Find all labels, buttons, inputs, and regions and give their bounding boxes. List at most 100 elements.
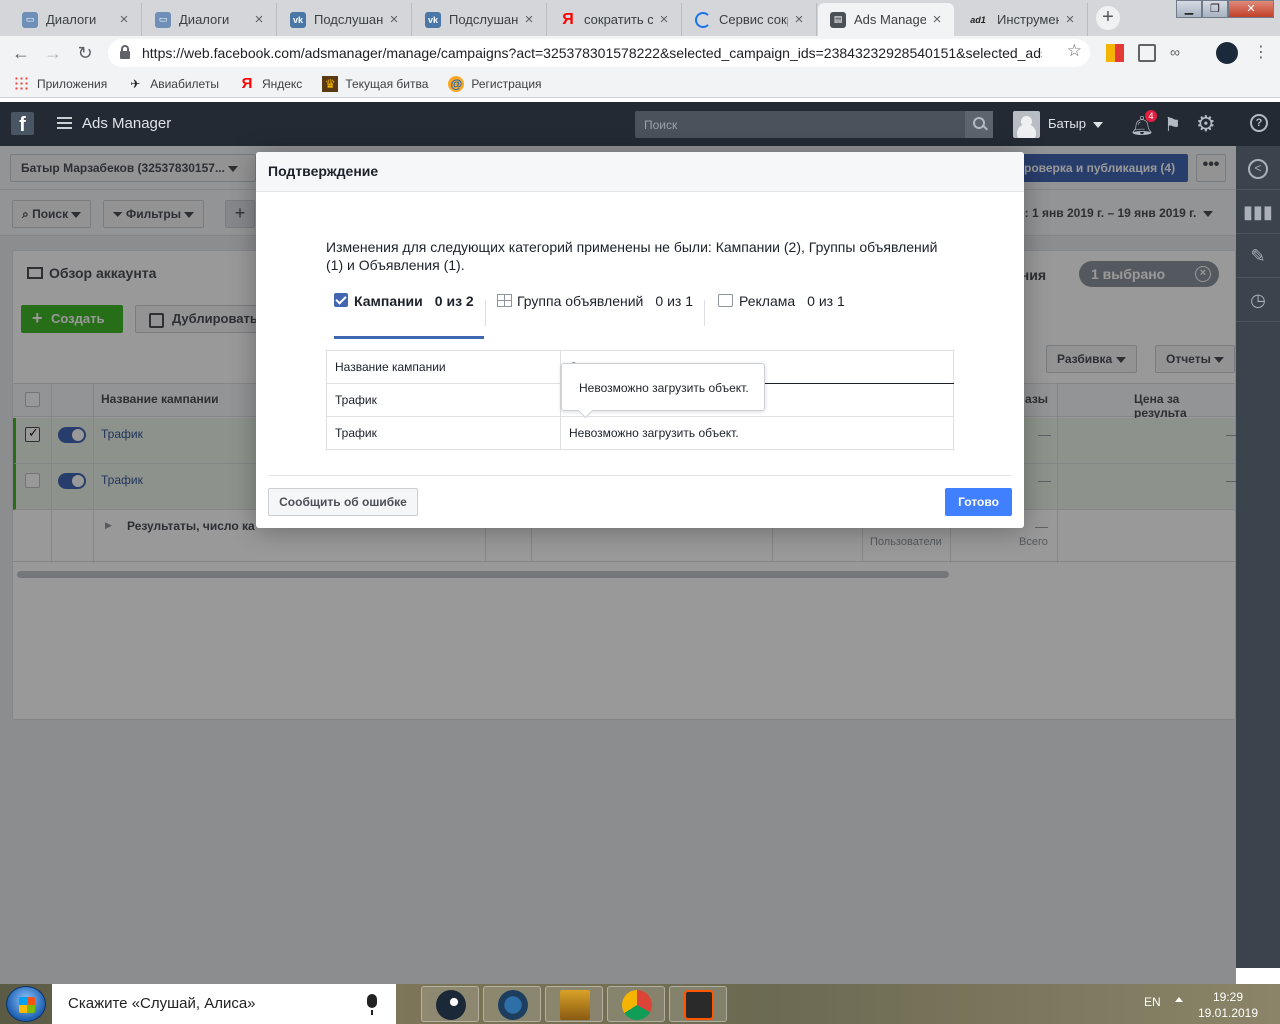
header-search-input[interactable]: Поиск: [635, 111, 993, 138]
help-icon[interactable]: ?: [1250, 114, 1268, 132]
bookmark-star-icon[interactable]: ☆: [1067, 41, 1082, 61]
tab-count: 0 из 2: [434, 293, 474, 309]
close-icon[interactable]: ×: [930, 11, 944, 28]
tab-count: 0 из 1: [655, 293, 693, 309]
chrome-menu-icon[interactable]: ⋮: [1248, 40, 1274, 66]
address-bar[interactable]: https://web.facebook.com/adsmanager/mana…: [108, 39, 1090, 67]
at-icon: @: [448, 75, 465, 92]
window-close-button[interactable]: ✕: [1228, 0, 1274, 18]
right-sidebar: < ▮▮▮ ✎ ◷: [1236, 146, 1280, 968]
close-icon[interactable]: ×: [387, 11, 401, 28]
close-icon[interactable]: ×: [657, 11, 671, 28]
tab-label: Группа объявлений: [517, 293, 644, 309]
browser-tab[interactable]: vk Подслушано ×: [413, 3, 547, 36]
browser-tab-title: Сервис сокр: [719, 12, 788, 27]
dialog-title: Подтверждение: [256, 152, 1024, 192]
campaign-name-cell: Трафик: [326, 383, 561, 417]
avatar[interactable]: [1013, 111, 1040, 138]
clock-icon[interactable]: ◷: [1236, 278, 1280, 322]
profile-icon[interactable]: [1216, 42, 1238, 64]
collapse-sidebar-icon[interactable]: <: [1236, 146, 1280, 190]
vk-icon: vk: [425, 11, 441, 28]
flag-icon[interactable]: ⚑: [1164, 114, 1181, 137]
browser-tab[interactable]: Я сократить сс ×: [548, 3, 682, 36]
windows-taskbar: Скажите «Слушай, Алиса» EN 19:29 19.01.2…: [0, 984, 1280, 1024]
error-tooltip: Невозможно загрузить объект.: [561, 363, 765, 411]
maximize-button[interactable]: ❐: [1202, 0, 1228, 18]
browser-tab[interactable]: vk Подслушано ×: [278, 3, 412, 36]
campaign-name-cell: Трафик: [326, 416, 561, 450]
yandex-icon: Я: [562, 10, 574, 28]
browser-tab-title: Диалоги: [179, 12, 230, 27]
bookmark-item[interactable]: ♛ Текущая битва: [322, 75, 428, 92]
system-clock[interactable]: 19:29 19.01.2019: [1196, 989, 1260, 1021]
tab-ad-sets[interactable]: Группа объявлений 0 из 1: [497, 293, 693, 339]
steam-icon: [436, 990, 466, 1020]
vk-icon: vk: [290, 11, 306, 28]
close-icon[interactable]: ×: [1063, 11, 1077, 28]
chart-icon[interactable]: ▮▮▮: [1236, 190, 1280, 234]
taskbar-teamspeak[interactable]: [483, 986, 541, 1022]
tray-expand-icon[interactable]: [1175, 997, 1183, 1002]
browser-tab-title: Подслушано: [449, 12, 518, 27]
minimize-button[interactable]: ▁: [1176, 0, 1202, 18]
shield-icon: [684, 990, 714, 1020]
tab-count: 0 из 1: [807, 293, 845, 309]
back-button[interactable]: ←: [8, 40, 34, 66]
browser-tab-title: Инструмент: [997, 12, 1059, 27]
status-cell: Невозможно загрузить объект.: [560, 416, 954, 450]
reload-button[interactable]: ↻: [72, 40, 98, 66]
microphone-icon[interactable]: [367, 994, 377, 1015]
taskbar-faceit[interactable]: [669, 986, 727, 1022]
user-menu[interactable]: Батыр: [1048, 116, 1104, 131]
app-title[interactable]: Ads Manager: [82, 115, 171, 132]
language-indicator[interactable]: EN: [1144, 995, 1161, 1009]
hamburger-menu-icon[interactable]: [57, 117, 72, 129]
search-icon[interactable]: [965, 111, 993, 138]
browser-tab[interactable]: ▭ Диалоги ×: [143, 3, 277, 36]
extension-flag-icon[interactable]: [1106, 44, 1124, 62]
bookmark-item[interactable]: ✈ Авиабилеты: [127, 76, 219, 92]
taskbar-counter-strike[interactable]: [545, 986, 603, 1022]
close-icon[interactable]: ×: [117, 11, 131, 28]
forward-button[interactable]: →: [40, 40, 66, 66]
save-icon[interactable]: [1138, 44, 1156, 62]
bookmark-item[interactable]: @ Регистрация: [448, 75, 542, 92]
bookmark-item[interactable]: Я Яндекс: [239, 75, 303, 92]
browser-tab-active[interactable]: ▤ Ads Manager ×: [818, 3, 954, 36]
facebook-logo-icon[interactable]: f: [11, 112, 34, 136]
tab-campaigns[interactable]: Кампании 0 из 2: [334, 293, 484, 339]
alice-search-input[interactable]: Скажите «Слушай, Алиса»: [52, 984, 396, 1024]
browser-tab[interactable]: ad1 Инструмент ×: [955, 3, 1088, 36]
binoculars-icon[interactable]: ∞: [1170, 44, 1188, 62]
tab-ads[interactable]: Реклама 0 из 1: [718, 293, 845, 339]
browser-tab[interactable]: Сервис сокр ×: [683, 3, 817, 36]
browser-tab-title: Диалоги: [46, 12, 97, 27]
new-tab-button[interactable]: +: [1096, 6, 1120, 30]
browser-tab[interactable]: ▭ Диалоги ×: [10, 3, 142, 36]
taskbar-chrome[interactable]: [607, 986, 665, 1022]
headset-icon: [498, 990, 528, 1020]
apps-grid-icon: [14, 75, 30, 92]
vk-chat-icon: ▭: [155, 11, 171, 28]
gear-icon[interactable]: ⚙: [1196, 111, 1216, 137]
clock-time: 19:29: [1212, 990, 1244, 1004]
bookmark-item[interactable]: Приложения: [14, 75, 107, 92]
browser-tab-title: Ads Manager: [854, 12, 926, 27]
url-text: https://web.facebook.com/adsmanager/mana…: [142, 45, 1042, 61]
report-problem-button[interactable]: Сообщить об ошибке: [268, 488, 418, 516]
bookmarks-bar: Приложения ✈ Авиабилеты Я Яндекс ♛ Текущ…: [0, 70, 1280, 98]
tab-divider: [485, 300, 486, 326]
pencil-icon[interactable]: ✎: [1236, 234, 1280, 278]
browser-tab-title: сократить сс: [584, 12, 653, 27]
close-icon[interactable]: ×: [792, 11, 806, 28]
chrome-icon: [622, 990, 652, 1020]
close-icon[interactable]: ×: [252, 11, 266, 28]
done-button[interactable]: Готово: [945, 488, 1012, 516]
user-name: Батыр: [1048, 116, 1087, 131]
close-icon[interactable]: ×: [522, 11, 536, 28]
taskbar-steam[interactable]: [421, 986, 479, 1022]
start-button[interactable]: [6, 986, 46, 1022]
chevron-down-icon: [1093, 121, 1104, 128]
browser-tab-title: Подслушано: [314, 12, 383, 27]
